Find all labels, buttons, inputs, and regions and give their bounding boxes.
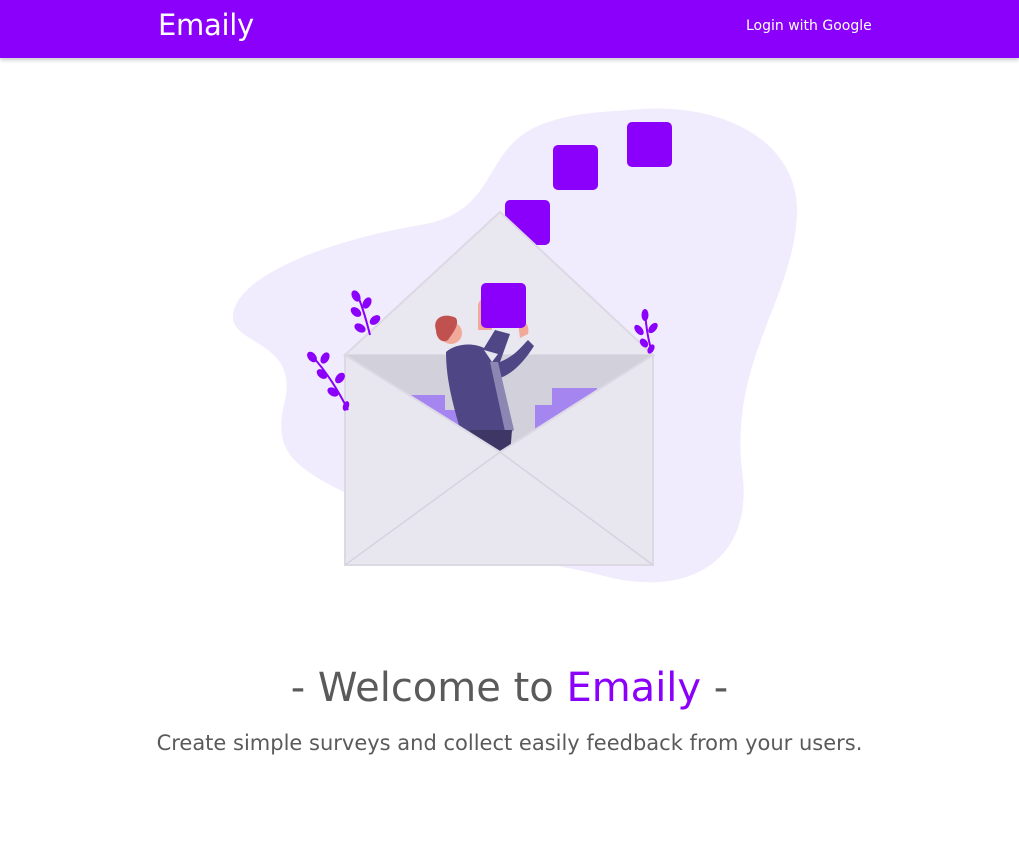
hero-subtitle: Create simple surveys and collect easily…: [156, 731, 863, 755]
flying-square-2: [553, 145, 598, 190]
heading-prefix: - Welcome to: [290, 665, 567, 711]
heading-suffix: -: [701, 665, 729, 711]
flying-square-1: [627, 122, 672, 167]
heading-brand: Emaily: [566, 665, 702, 711]
hero-illustration: [232, 108, 798, 583]
held-square: [481, 283, 526, 328]
welcome-heading: - Welcome to Emaily -: [0, 665, 1019, 711]
